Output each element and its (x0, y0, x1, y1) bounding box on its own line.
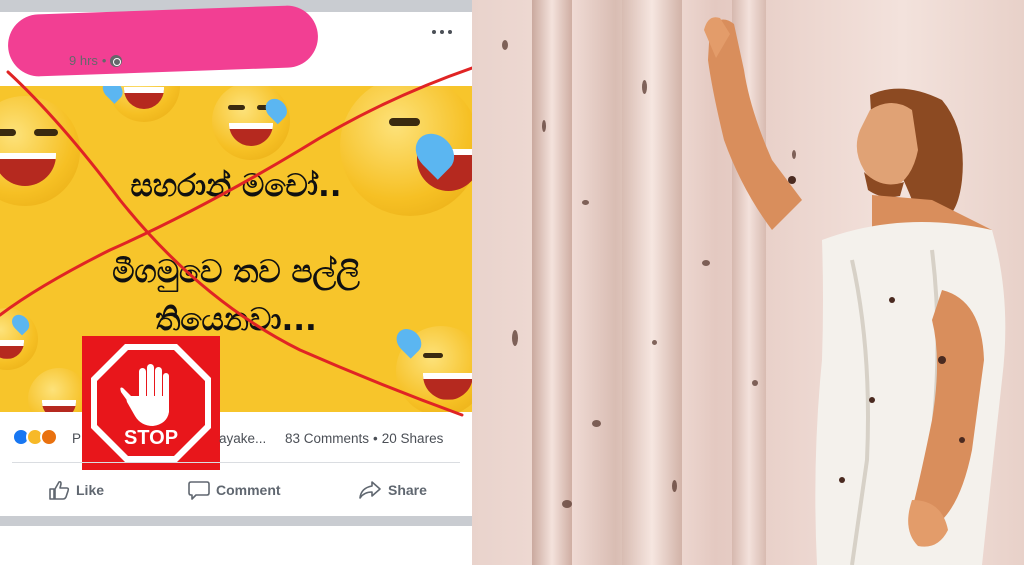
church-statue-photo (472, 0, 1024, 565)
engagement-counts: 83 Comments • 20 Shares (285, 431, 443, 446)
post-image[interactable]: සහරාන් මචෝ.. මීගමුවෙ තව පල්ලි තියෙනවා... (0, 86, 472, 412)
facebook-post-panel: 9 hrs • සහරාන් මචෝ.. මීගමුවෙ තව පල්ලි ති… (0, 0, 472, 565)
share-arrow-icon (359, 481, 381, 499)
comment-icon (188, 481, 210, 500)
reacted-names-start[interactable]: P (72, 431, 81, 446)
like-label: Like (76, 482, 105, 498)
counts-separator: • (373, 431, 378, 446)
share-label: Share (388, 482, 427, 498)
redacted-author-name (7, 4, 319, 78)
laughing-emoji-icon (212, 86, 291, 160)
thumbs-up-icon (49, 480, 70, 500)
shares-count[interactable]: 20 Shares (382, 431, 444, 446)
statue-figure (704, 17, 1006, 565)
like-button[interactable]: Like (48, 474, 104, 506)
post-image-text-line2: මීගමුවෙ තව පල්ලි (112, 254, 360, 290)
globe-icon (110, 54, 123, 67)
comment-button[interactable]: Comment (188, 474, 281, 506)
post-actions: Like Comment Share (0, 474, 472, 506)
reactions-row: P ayake... 83 Comments • 20 Shares (0, 424, 472, 454)
actions-divider (12, 462, 460, 463)
post-image-text-line3: තියෙනවා... (155, 302, 317, 338)
post-timestamp[interactable]: 9 hrs (69, 53, 98, 68)
post-image-text-line1: සහරාන් මචෝ.. (130, 168, 342, 204)
comment-label: Comment (216, 482, 281, 498)
share-button[interactable]: Share (358, 474, 427, 506)
meta-separator: • (101, 53, 107, 68)
comments-count[interactable]: 83 Comments (285, 431, 369, 446)
feed-separator-bottom (0, 516, 472, 526)
more-options-icon[interactable] (428, 22, 456, 42)
post-meta: 9 hrs • (69, 53, 123, 68)
reaction-icons[interactable] (12, 428, 58, 446)
laughing-emoji-icon (98, 86, 180, 122)
angry-reaction-icon (40, 428, 58, 446)
laughing-emoji-icon (28, 368, 90, 412)
reacted-names-end[interactable]: ayake... (219, 431, 266, 446)
